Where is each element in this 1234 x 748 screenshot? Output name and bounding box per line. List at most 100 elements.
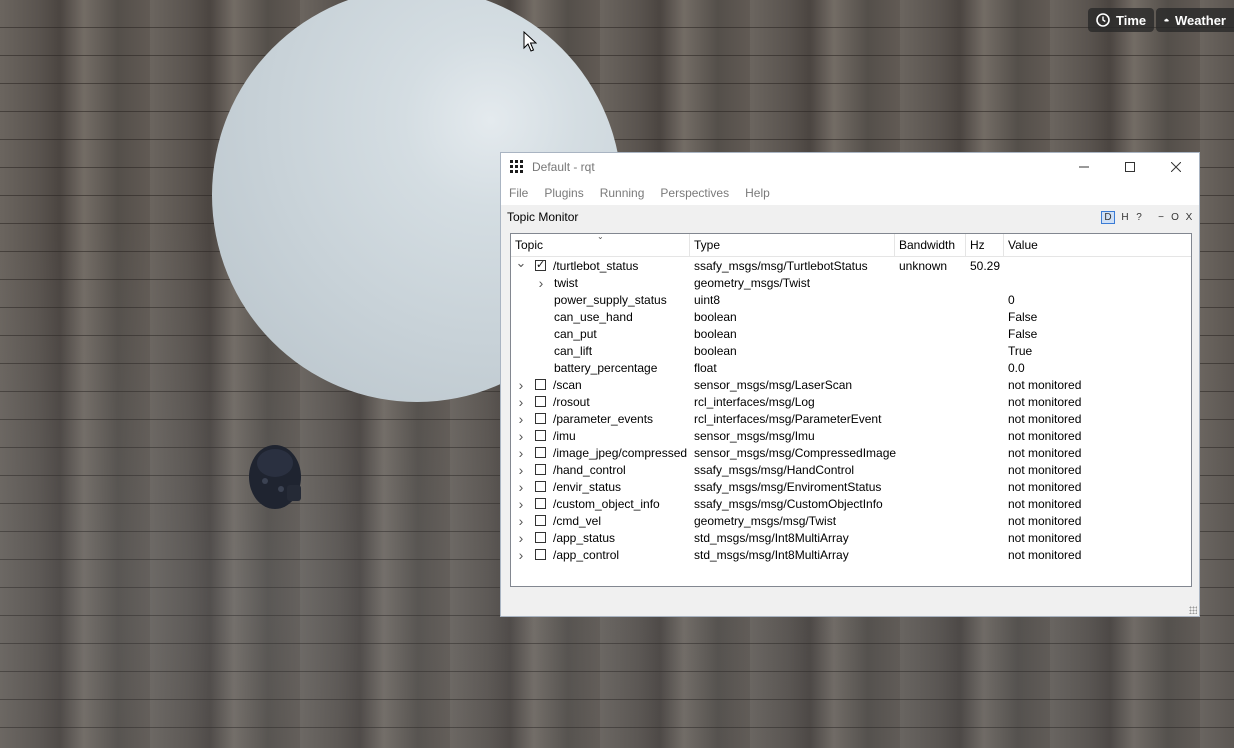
dock-help-h-button[interactable]: H <box>1121 212 1129 223</box>
monitor-checkbox[interactable] <box>535 464 546 475</box>
topic-cell: › /parameter_events <box>511 410 690 427</box>
time-label: Time <box>1116 12 1147 28</box>
chevron-right-icon[interactable]: › <box>517 377 525 393</box>
resize-grip-icon[interactable] <box>1189 606 1197 614</box>
weather-button[interactable]: Weather <box>1156 8 1234 32</box>
menu-plugins[interactable]: Plugins <box>544 186 583 200</box>
table-row[interactable]: › /envir_status ssafy_msgs/msg/EnviromentS… <box>511 478 1191 495</box>
table-row[interactable]: › /hand_control ssafy_msgs/msg/HandControl… <box>511 461 1191 478</box>
type-cell: rcl_interfaces/msg/Log <box>694 394 815 409</box>
monitor-checkbox[interactable] <box>535 447 546 458</box>
value-cell: not monitored <box>1008 496 1082 511</box>
table-row[interactable]: › /rosout rcl_interfaces/msg/Log not monito… <box>511 393 1191 410</box>
dock-help-button[interactable]: ? <box>1135 212 1143 223</box>
menu-perspectives[interactable]: Perspectives <box>660 186 729 200</box>
chevron-right-icon[interactable]: › <box>537 275 545 291</box>
minimize-icon <box>1079 166 1089 168</box>
table-row[interactable]: ⌄ /turtlebot_status ssafy_msgs/msg/Turtleb… <box>511 255 1191 274</box>
value-cell: not monitored <box>1008 394 1082 409</box>
value-cell: not monitored <box>1008 513 1082 528</box>
time-button[interactable]: Time <box>1088 8 1155 32</box>
topic-cell: › /image_jpeg/compressed <box>511 444 690 461</box>
table-row[interactable]: can_use_hand boolean False <box>511 308 1191 325</box>
value-cell: True <box>1008 343 1033 358</box>
value-cell: 0 <box>1008 292 1015 307</box>
chevron-right-icon[interactable]: › <box>517 530 525 546</box>
monitor-checkbox[interactable] <box>535 481 546 492</box>
table-row[interactable]: › /app_status std_msgs/msg/Int8MultiArray n… <box>511 529 1191 546</box>
value-cell: False <box>1008 309 1038 324</box>
monitor-checkbox[interactable] <box>535 258 546 271</box>
table-row[interactable]: › /cmd_vel geometry_msgs/msg/Twist not moni… <box>511 512 1191 529</box>
header-value[interactable]: Value <box>1004 234 1038 256</box>
table-row[interactable]: can_lift boolean True <box>511 342 1191 359</box>
table-row[interactable]: › /parameter_events rcl_interfaces/msg/Par… <box>511 410 1191 427</box>
chevron-right-icon[interactable]: › <box>517 547 525 563</box>
table-row[interactable]: › /app_control std_msgs/msg/Int8MultiArray… <box>511 546 1191 563</box>
chevron-right-icon[interactable]: › <box>517 445 525 461</box>
monitor-checkbox[interactable] <box>535 498 546 509</box>
monitor-checkbox[interactable] <box>535 379 546 390</box>
type-cell: std_msgs/msg/Int8MultiArray <box>694 547 849 562</box>
title-bar[interactable]: Default - rqt <box>501 153 1199 181</box>
chevron-right-icon[interactable]: › <box>517 428 525 444</box>
topic-label: /scan <box>553 377 582 392</box>
menu-running[interactable]: Running <box>600 186 645 200</box>
table-row[interactable]: battery_percentage float 0.0 <box>511 359 1191 376</box>
app-grid-icon <box>510 160 524 174</box>
topic-cell: › /cmd_vel <box>511 512 690 529</box>
header-bandwidth[interactable]: Bandwidth <box>895 234 966 256</box>
topic-cell: › /scan <box>511 376 690 393</box>
chevron-right-icon[interactable]: › <box>517 479 525 495</box>
chevron-right-icon[interactable]: › <box>517 513 525 529</box>
chevron-down-icon[interactable]: ⌄ <box>516 255 527 270</box>
topic-label: /parameter_events <box>553 411 654 426</box>
table-row[interactable]: power_supply_status uint8 0 <box>511 291 1191 308</box>
chevron-right-icon[interactable]: › <box>517 394 525 410</box>
table-row[interactable]: › /custom_object_info ssafy_msgs/msg/Custo… <box>511 495 1191 512</box>
type-cell: float <box>694 360 717 375</box>
type-cell: sensor_msgs/msg/Imu <box>694 428 815 443</box>
chevron-right-icon[interactable]: › <box>517 496 525 512</box>
plugin-title-bar: Topic Monitor D H ? − O X <box>501 205 1199 229</box>
topic-label: power_supply_status <box>554 292 667 307</box>
header-type[interactable]: Type <box>690 234 895 256</box>
menu-file[interactable]: File <box>509 186 528 200</box>
monitor-checkbox[interactable] <box>535 532 546 543</box>
type-cell: geometry_msgs/msg/Twist <box>694 513 837 528</box>
table-row[interactable]: › twist geometry_msgs/Twist <box>511 274 1191 291</box>
topic-cell: can_put <box>511 325 690 342</box>
maximize-button[interactable] <box>1107 153 1153 181</box>
table-row[interactable]: can_put boolean False <box>511 325 1191 342</box>
topic-label: /app_status <box>553 530 616 545</box>
dock-close-button[interactable]: X <box>1185 212 1193 223</box>
type-cell: rcl_interfaces/msg/ParameterEvent <box>694 411 882 426</box>
dock-minimize-button[interactable]: − <box>1157 212 1165 223</box>
close-button[interactable] <box>1153 153 1199 181</box>
rqt-window: Default - rqt File Plugins Running Persp… <box>500 152 1200 617</box>
type-cell: ssafy_msgs/msg/CustomObjectInfo <box>694 496 883 511</box>
table-row[interactable]: › /imu sensor_msgs/msg/Imu not monitored <box>511 427 1191 444</box>
monitor-checkbox[interactable] <box>535 396 546 407</box>
minimize-button[interactable] <box>1061 153 1107 181</box>
topic-cell: › /envir_status <box>511 478 690 495</box>
dock-d-button[interactable]: D <box>1101 210 1115 224</box>
topic-cell: › /rosout <box>511 393 690 410</box>
topic-cell: › twist <box>511 274 690 291</box>
table-row[interactable]: › /scan sensor_msgs/msg/LaserScan not monit… <box>511 376 1191 393</box>
topic-cell: › /custom_object_info <box>511 495 690 512</box>
monitor-checkbox[interactable] <box>535 430 546 441</box>
clock-icon <box>1096 13 1110 27</box>
menu-help[interactable]: Help <box>745 186 770 200</box>
monitor-checkbox[interactable] <box>535 515 546 526</box>
value-cell: not monitored <box>1008 479 1082 494</box>
table-row[interactable]: › /image_jpeg/compressed sensor_msgs/msg/C… <box>511 444 1191 461</box>
monitor-checkbox[interactable] <box>535 549 546 560</box>
chevron-right-icon[interactable]: › <box>517 462 525 478</box>
chevron-right-icon[interactable]: › <box>517 411 525 427</box>
monitor-checkbox[interactable] <box>535 413 546 424</box>
dock-float-button[interactable]: O <box>1171 212 1179 223</box>
value-cell: not monitored <box>1008 445 1082 460</box>
header-hz[interactable]: Hz <box>966 234 1004 256</box>
type-cell: ssafy_msgs/msg/EnviromentStatus <box>694 479 882 494</box>
